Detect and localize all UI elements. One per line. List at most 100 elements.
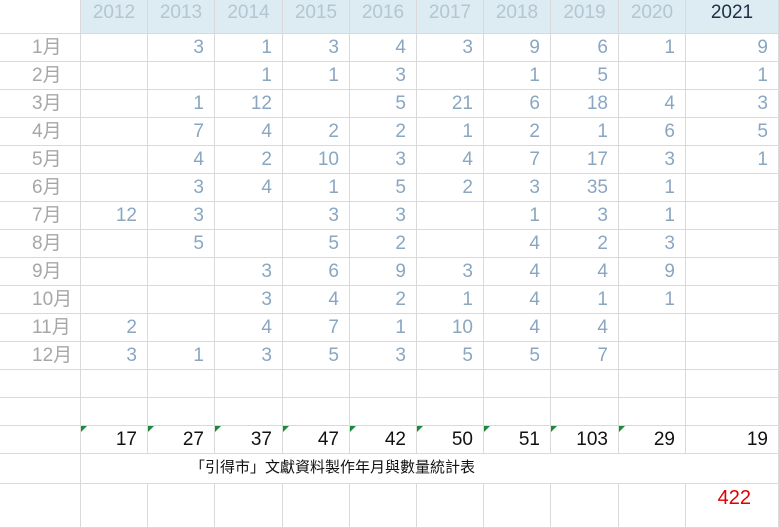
data-cell[interactable]: 2 xyxy=(350,230,417,258)
data-cell[interactable] xyxy=(148,258,215,286)
data-cell[interactable]: 3 xyxy=(148,202,215,230)
data-cell[interactable] xyxy=(81,286,148,314)
data-cell[interactable] xyxy=(81,34,148,62)
data-cell[interactable]: 3 xyxy=(350,146,417,174)
data-cell[interactable]: 6 xyxy=(283,258,350,286)
data-cell[interactable] xyxy=(686,314,779,342)
data-cell[interactable]: 7 xyxy=(283,314,350,342)
data-cell[interactable]: 2 xyxy=(350,118,417,146)
data-cell[interactable]: 4 xyxy=(417,146,484,174)
data-cell[interactable]: 6 xyxy=(551,34,619,62)
data-cell[interactable]: 1 xyxy=(417,118,484,146)
data-cell[interactable]: 3 xyxy=(619,230,686,258)
empty-cell[interactable] xyxy=(619,370,686,398)
data-cell[interactable]: 6 xyxy=(484,90,551,118)
data-cell[interactable]: 7 xyxy=(551,342,619,370)
data-cell[interactable] xyxy=(686,342,779,370)
data-cell[interactable]: 3 xyxy=(417,34,484,62)
data-cell[interactable]: 17 xyxy=(551,146,619,174)
data-cell[interactable]: 9 xyxy=(619,258,686,286)
data-cell[interactable] xyxy=(686,286,779,314)
data-cell[interactable]: 9 xyxy=(484,34,551,62)
data-cell[interactable]: 1 xyxy=(686,62,779,90)
data-cell[interactable]: 1 xyxy=(283,62,350,90)
empty-cell[interactable] xyxy=(0,370,81,398)
month-label[interactable]: 4月 xyxy=(0,118,81,146)
month-label[interactable]: 5月 xyxy=(0,146,81,174)
data-cell[interactable] xyxy=(417,62,484,90)
empty-cell[interactable] xyxy=(0,398,81,426)
empty-cell[interactable] xyxy=(215,370,283,398)
data-cell[interactable]: 1 xyxy=(686,146,779,174)
year-header-2019[interactable]: 2019 xyxy=(551,0,619,34)
data-cell[interactable] xyxy=(417,202,484,230)
data-cell[interactable]: 1 xyxy=(551,118,619,146)
data-cell[interactable]: 1 xyxy=(148,342,215,370)
data-cell[interactable] xyxy=(81,146,148,174)
data-cell[interactable]: 12 xyxy=(81,202,148,230)
data-cell[interactable] xyxy=(619,342,686,370)
empty-cell[interactable] xyxy=(350,398,417,426)
empty-cell[interactable] xyxy=(148,484,215,528)
data-cell[interactable] xyxy=(81,258,148,286)
data-cell[interactable]: 4 xyxy=(484,286,551,314)
data-cell[interactable]: 1 xyxy=(619,286,686,314)
data-cell[interactable]: 3 xyxy=(686,90,779,118)
total-cell[interactable]: 29 xyxy=(619,426,686,454)
data-cell[interactable]: 3 xyxy=(350,342,417,370)
empty-cell[interactable] xyxy=(551,370,619,398)
empty-cell[interactable] xyxy=(283,484,350,528)
data-cell[interactable]: 5 xyxy=(350,90,417,118)
data-cell[interactable]: 3 xyxy=(215,286,283,314)
data-cell[interactable]: 3 xyxy=(417,258,484,286)
month-label[interactable]: 12月 xyxy=(0,342,81,370)
data-cell[interactable]: 21 xyxy=(417,90,484,118)
month-label[interactable]: 10月 xyxy=(0,286,81,314)
data-cell[interactable] xyxy=(148,286,215,314)
data-cell[interactable]: 5 xyxy=(148,230,215,258)
empty-cell[interactable] xyxy=(484,398,551,426)
data-cell[interactable]: 7 xyxy=(148,118,215,146)
data-cell[interactable]: 3 xyxy=(215,342,283,370)
year-header-2013[interactable]: 2013 xyxy=(148,0,215,34)
year-header-2016[interactable]: 2016 xyxy=(350,0,417,34)
empty-cell[interactable] xyxy=(215,398,283,426)
data-cell[interactable]: 35 xyxy=(551,174,619,202)
data-cell[interactable]: 5 xyxy=(283,342,350,370)
data-cell[interactable]: 3 xyxy=(148,34,215,62)
empty-cell[interactable] xyxy=(350,484,417,528)
data-cell[interactable]: 3 xyxy=(148,174,215,202)
data-cell[interactable]: 3 xyxy=(81,342,148,370)
data-cell[interactable]: 3 xyxy=(551,202,619,230)
year-header-2014[interactable]: 2014 xyxy=(215,0,283,34)
data-cell[interactable]: 5 xyxy=(417,342,484,370)
empty-cell[interactable] xyxy=(148,398,215,426)
data-cell[interactable]: 2 xyxy=(283,118,350,146)
year-header-2020[interactable]: 2020 xyxy=(619,0,686,34)
empty-cell[interactable] xyxy=(686,398,779,426)
data-cell[interactable] xyxy=(686,258,779,286)
month-label[interactable]: 9月 xyxy=(0,258,81,286)
data-cell[interactable]: 2 xyxy=(81,314,148,342)
empty-cell[interactable] xyxy=(417,484,484,528)
data-cell[interactable] xyxy=(686,174,779,202)
data-cell[interactable]: 7 xyxy=(484,146,551,174)
data-cell[interactable]: 4 xyxy=(619,90,686,118)
year-header-2018[interactable]: 2018 xyxy=(484,0,551,34)
data-cell[interactable]: 3 xyxy=(350,62,417,90)
data-cell[interactable]: 4 xyxy=(551,314,619,342)
data-cell[interactable]: 1 xyxy=(148,90,215,118)
total-cell[interactable]: 42 xyxy=(350,426,417,454)
total-cell[interactable]: 19 xyxy=(686,426,779,454)
data-cell[interactable]: 4 xyxy=(484,230,551,258)
data-cell[interactable]: 3 xyxy=(619,146,686,174)
data-cell[interactable]: 1 xyxy=(417,286,484,314)
total-cell[interactable]: 17 xyxy=(81,426,148,454)
data-cell[interactable] xyxy=(148,314,215,342)
data-cell[interactable]: 1 xyxy=(484,202,551,230)
month-label[interactable]: 7月 xyxy=(0,202,81,230)
data-cell[interactable]: 10 xyxy=(417,314,484,342)
total-cell[interactable]: 47 xyxy=(283,426,350,454)
data-cell[interactable] xyxy=(148,62,215,90)
data-cell[interactable]: 4 xyxy=(148,146,215,174)
